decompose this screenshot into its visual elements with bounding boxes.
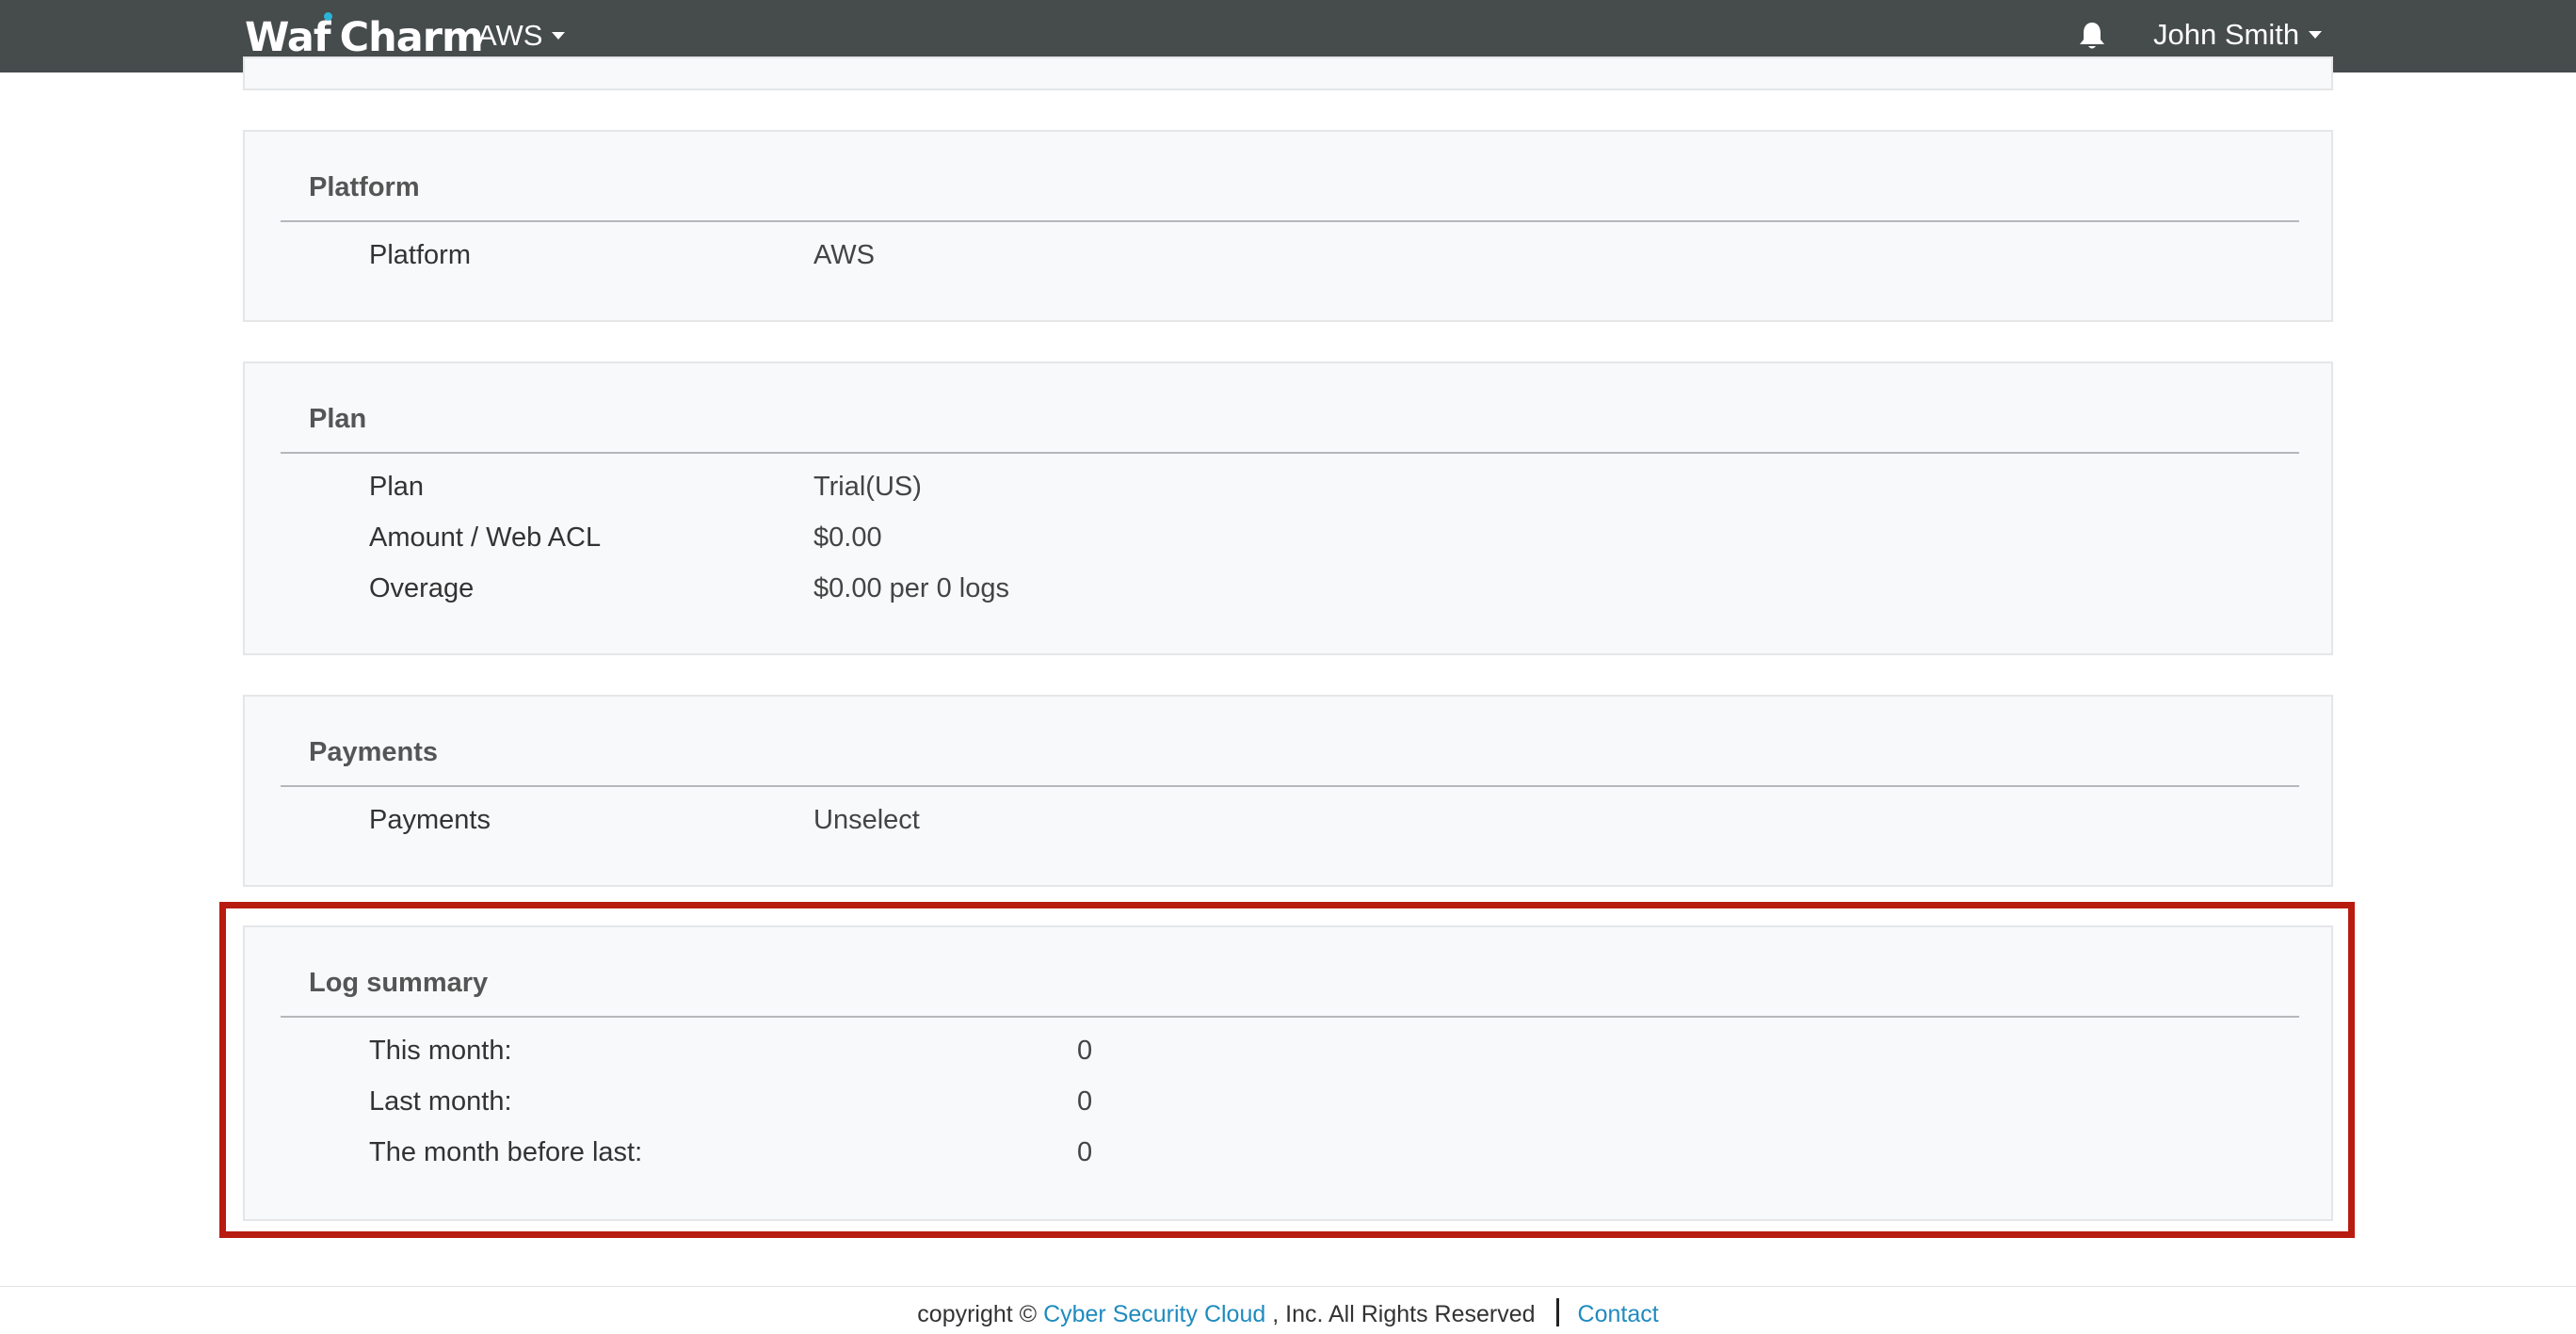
overage-label: Overage <box>369 573 475 603</box>
copyright-suffix: , Inc. All Rights Reserved <box>1265 1301 1536 1327</box>
section-divider <box>281 452 2299 454</box>
company-link[interactable]: Cyber Security Cloud <box>1043 1301 1265 1327</box>
footer-separator <box>1555 1298 1559 1327</box>
section-divider <box>281 220 2299 222</box>
platform-label: Platform <box>369 240 471 270</box>
page-footer: copyright © Cyber Security Cloud , Inc. … <box>0 1297 2576 1331</box>
plan-value: Trial(US) <box>813 472 922 502</box>
plan-section: Plan Plan Trial(US) Amount / Web ACL $0.… <box>243 362 2333 655</box>
overage-value: $0.00 per 0 logs <box>813 573 1009 603</box>
payments-label: Payments <box>369 805 491 835</box>
chevron-down-icon <box>2309 30 2323 39</box>
highlight-annotation-box <box>219 902 2355 1238</box>
footer-divider <box>0 1286 2576 1287</box>
section-heading: Payments <box>309 737 439 767</box>
plan-label: Plan <box>369 472 425 502</box>
section-divider <box>281 785 2299 787</box>
platform-section: Platform Platform AWS <box>243 130 2333 322</box>
logo-text-waf: Waf <box>245 14 331 61</box>
logo-text-charm: Charm <box>339 14 484 61</box>
chevron-down-icon <box>552 31 566 40</box>
section-heading: Plan <box>309 404 367 434</box>
platform-value: AWS <box>813 240 875 270</box>
section-heading: Platform <box>309 172 420 202</box>
user-name: John Smith <box>2153 18 2300 51</box>
bell-icon[interactable] <box>2078 21 2106 51</box>
amount-label: Amount / Web ACL <box>369 522 602 553</box>
previous-section-panel <box>243 56 2333 90</box>
payments-value: Unselect <box>813 805 920 835</box>
platform-dropdown[interactable]: AWS <box>477 17 566 55</box>
user-dropdown[interactable]: John Smith <box>2153 16 2323 54</box>
platform-dropdown-label: AWS <box>477 19 543 52</box>
copyright-prefix: copyright © <box>917 1301 1044 1327</box>
amount-value: $0.00 <box>813 522 882 553</box>
payments-section: Payments Payments Unselect <box>243 695 2333 887</box>
logo-dot-icon <box>324 12 332 21</box>
contact-link[interactable]: Contact <box>1578 1301 1659 1327</box>
